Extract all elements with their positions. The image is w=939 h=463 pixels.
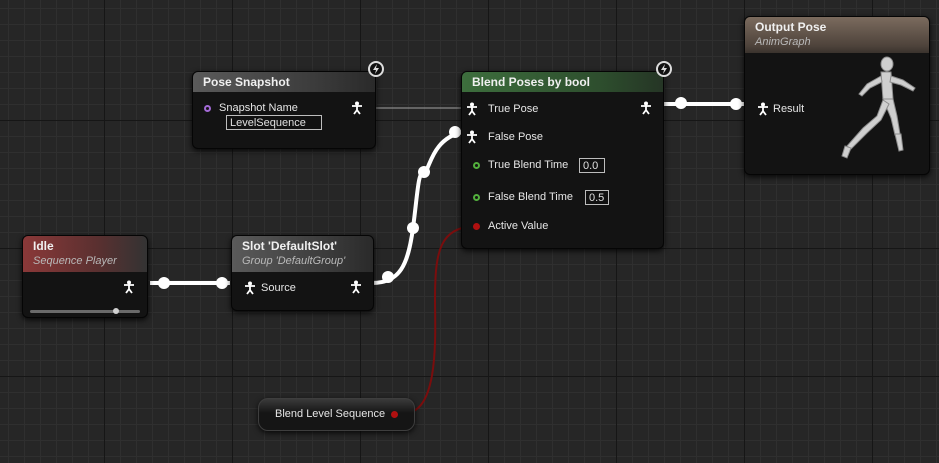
wire-reroute-dot (730, 98, 742, 110)
output-pose-node[interactable]: Output Pose AnimGraph Result (744, 16, 930, 175)
true-blend-time-pin-row[interactable]: True Blend Time (473, 159, 568, 171)
wire-reroute-dot (382, 271, 394, 283)
active-value-label: Active Value (488, 220, 549, 232)
output-pose-header: Output Pose AnimGraph (745, 17, 929, 53)
wire-reroute-dot (418, 166, 430, 178)
play-position-knob[interactable] (112, 308, 119, 314)
pose-pin-icon[interactable] (756, 102, 770, 116)
false-blend-time-pin-row[interactable]: False Blend Time (473, 191, 573, 203)
idle-subtitle: Sequence Player (33, 255, 117, 267)
pose-pin-icon[interactable] (243, 281, 257, 295)
source-label: Source (261, 282, 296, 294)
snapshot-name-label: Snapshot Name (219, 102, 298, 114)
true-pose-pin-row[interactable]: True Pose (465, 102, 538, 116)
pose-pin-icon[interactable] (350, 101, 364, 115)
false-blend-time-label: False Blend Time (488, 191, 573, 203)
wire-reroute-dot (407, 222, 419, 234)
slot-subtitle: Group 'DefaultGroup' (242, 255, 346, 267)
true-blend-time-field[interactable]: 0.0 (579, 158, 605, 173)
bolt-icon (656, 61, 672, 77)
output-pose-subtitle: AnimGraph (755, 36, 811, 48)
blend-poses-title: Blend Poses by bool (462, 72, 663, 92)
snapshot-name-field[interactable]: LevelSequence (226, 115, 322, 130)
slot-header: Slot 'DefaultSlot' Group 'DefaultGroup' (232, 236, 373, 272)
slot-title: Slot 'DefaultSlot' (242, 239, 338, 253)
mannequin-running-icon (841, 56, 916, 159)
true-blend-time-label: True Blend Time (488, 159, 569, 171)
wire-reroute-dot (675, 97, 687, 109)
result-label: Result (773, 103, 805, 115)
active-value-pin-row[interactable]: Active Value (473, 220, 548, 232)
slot-node[interactable]: Slot 'DefaultSlot' Group 'DefaultGroup' … (231, 235, 374, 311)
variable-label: Blend Level Sequence (275, 408, 386, 420)
source-pin-row[interactable]: Source (243, 281, 296, 295)
wire-reroute-dot (449, 126, 461, 138)
false-pose-label: False Pose (488, 131, 544, 143)
wire-reroute-dot (158, 277, 170, 289)
play-position-slider[interactable] (30, 310, 140, 313)
true-pose-label: True Pose (488, 103, 539, 115)
idle-title: Idle (33, 239, 54, 253)
pose-snapshot-title: Pose Snapshot (193, 72, 375, 92)
pose-pin-icon[interactable] (639, 101, 653, 115)
name-pin-icon[interactable] (204, 104, 211, 112)
wire-reroute-dot (216, 277, 228, 289)
idle-header: Idle Sequence Player (23, 236, 147, 272)
false-blend-time-field[interactable]: 0.5 (585, 190, 609, 205)
bool-pin-icon[interactable] (473, 222, 480, 230)
pose-pin-icon[interactable] (465, 102, 479, 116)
bool-pin-icon[interactable] (391, 411, 398, 418)
pose-snapshot-node[interactable]: Pose Snapshot Snapshot Name LevelSequenc… (192, 61, 384, 149)
wire-slot-to-false-pose (371, 130, 463, 285)
pose-pin-icon[interactable] (465, 130, 479, 144)
output-pose-title: Output Pose (755, 20, 827, 34)
blend-poses-node[interactable]: Blend Poses by bool True Pose False Pose… (461, 61, 672, 249)
false-pose-pin-row[interactable]: False Pose (465, 130, 543, 144)
snapshot-name-pin-row[interactable]: Snapshot Name (204, 102, 298, 114)
float-pin-icon[interactable] (473, 193, 480, 201)
pose-pin-icon[interactable] (349, 280, 363, 294)
wire-bool-to-active-value (404, 225, 476, 414)
float-pin-icon[interactable] (473, 161, 480, 169)
bolt-icon (368, 61, 384, 77)
blend-level-sequence-variable-node[interactable]: Blend Level Sequence (258, 398, 415, 431)
result-pin-row[interactable]: Result (756, 102, 804, 116)
pose-pin-icon[interactable] (122, 280, 136, 294)
idle-node[interactable]: Idle Sequence Player (22, 235, 148, 318)
